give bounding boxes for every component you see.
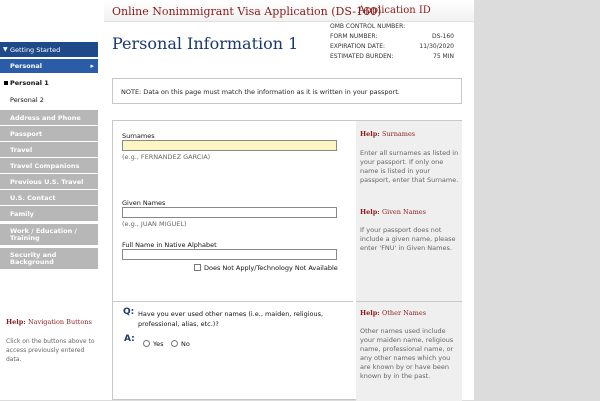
help-prefix: Help: — [360, 309, 380, 317]
help-text-other-names: Other names used include your maiden nam… — [360, 327, 454, 380]
sidebar-item-previous-us-travel[interactable]: Previous U.S. Travel — [0, 174, 98, 190]
help-prefix: Help: — [360, 130, 380, 138]
sidebar-item-label: Getting Started — [10, 45, 61, 54]
native-name-input[interactable] — [122, 249, 337, 260]
sidebar-item-label: Travel Companions — [10, 161, 80, 170]
sidebar-item-label: Background — [10, 257, 54, 266]
form-panel: Surnames (e.g., FERNANDEZ GARCIA) Given … — [112, 120, 462, 401]
omb-row: OMB CONTROL NUMBER: — [330, 22, 454, 32]
sidebar-item-address-phone[interactable]: Address and Phone — [0, 110, 98, 126]
app-title: Online Nonimmigrant Visa Application (DS… — [112, 5, 382, 18]
sidebar-item-label: Previous U.S. Travel — [10, 177, 84, 186]
omb-row: ESTIMATED BURDEN: 75 MIN — [330, 52, 454, 62]
current-page-marker — [4, 81, 8, 85]
surnames-hint: (e.g., FERNANDEZ GARCIA) — [122, 153, 211, 161]
native-name-not-applicable-label: Does Not Apply/Technology Not Available — [204, 264, 338, 272]
help-text-surnames: Enter all surnames as listed in your pas… — [360, 149, 459, 184]
sidebar-item-family[interactable]: Family — [0, 206, 98, 222]
chevron-down-icon: ▼ — [3, 46, 8, 53]
no-label: No — [181, 340, 190, 348]
help-heading-given-names: Help: Given Names — [360, 208, 426, 216]
sidebar-item-label: Family — [10, 209, 34, 218]
page-background-margin — [474, 0, 600, 400]
omb-value: 75 MIN — [433, 53, 454, 60]
help-topic: Navigation Buttons — [27, 318, 92, 326]
omb-info: OMB CONTROL NUMBER: FORM NUMBER: DS-160 E… — [330, 22, 454, 62]
nav-help-heading: Help: Navigation Buttons — [6, 318, 92, 326]
answer-marker: A: — [124, 334, 135, 344]
other-names-yes-radio[interactable] — [143, 340, 150, 347]
help-heading-surnames: Help: Surnames — [360, 130, 415, 138]
sidebar-item-work-education[interactable]: Work / Education / Training — [0, 224, 98, 246]
sidebar-item-personal-1[interactable]: Personal 1 — [0, 75, 98, 91]
omb-label: OMB CONTROL NUMBER: — [330, 23, 406, 30]
form-fields: Surnames (e.g., FERNANDEZ GARCIA) Given … — [113, 121, 353, 401]
application-page: ▼ Getting Started Personal ▸ Personal 1 … — [0, 0, 474, 401]
omb-row: FORM NUMBER: DS-160 — [330, 32, 454, 42]
sidebar-item-travel[interactable]: Travel — [0, 142, 98, 158]
sidebar-item-us-contact[interactable]: U.S. Contact — [0, 190, 98, 206]
omb-label: EXPIRATION DATE: — [330, 43, 386, 50]
sidebar-item-label: U.S. Contact — [10, 193, 56, 202]
nav-help-text: Click on the buttons above to access pre… — [6, 338, 95, 363]
sidebar-item-label: Passport — [10, 129, 43, 138]
help-heading-other-names: Help: Other Names — [360, 309, 426, 317]
other-names-question: Have you ever used other names (i.e., ma… — [138, 310, 324, 328]
yes-label: Yes — [153, 340, 164, 348]
sidebar: ▼ Getting Started Personal ▸ Personal 1 … — [0, 0, 100, 400]
sidebar-item-security-background[interactable]: Security and Background — [0, 248, 98, 270]
omb-label: ESTIMATED BURDEN: — [330, 53, 394, 60]
question-marker: Q: — [123, 307, 135, 317]
sidebar-item-getting-started[interactable]: ▼ Getting Started — [0, 42, 98, 57]
help-text-given-names: If your passport does not include a give… — [360, 226, 456, 252]
sidebar-item-label: Address and Phone — [10, 113, 81, 122]
sidebar-item-label: Training — [10, 233, 40, 242]
help-topic: Other Names — [381, 309, 427, 317]
application-id-label: Application ID — [358, 5, 431, 16]
sidebar-item-passport[interactable]: Passport — [0, 126, 98, 142]
sidebar-item-label: Personal — [10, 62, 42, 70]
help-divider — [356, 301, 462, 302]
omb-value: 11/30/2020 — [419, 43, 454, 50]
omb-label: FORM NUMBER: — [330, 33, 378, 40]
native-name-not-applicable-checkbox[interactable] — [194, 264, 201, 271]
given-names-label: Given Names — [122, 199, 166, 207]
surnames-label: Surnames — [122, 132, 155, 140]
help-topic: Surnames — [381, 130, 416, 138]
native-name-label: Full Name in Native Alphabet — [122, 241, 217, 249]
sidebar-item-label: Travel — [10, 145, 33, 154]
sidebar-item-personal-2[interactable]: Personal 2 — [0, 92, 98, 108]
given-names-input[interactable] — [122, 207, 337, 218]
sidebar-item-personal[interactable]: Personal ▸ — [0, 59, 98, 73]
passport-note: NOTE: Data on this page must match the i… — [112, 78, 462, 104]
browser-viewport: ▼ Getting Started Personal ▸ Personal 1 … — [0, 0, 600, 401]
help-column: Help: Surnames Enter all surnames as lis… — [356, 121, 462, 401]
section-divider — [113, 301, 353, 302]
other-names-no-radio[interactable] — [171, 340, 178, 347]
help-prefix: Help: — [6, 318, 26, 326]
sidebar-item-travel-companions[interactable]: Travel Companions — [0, 158, 98, 174]
sidebar-item-label: Personal 1 — [10, 79, 49, 87]
surnames-input[interactable] — [122, 140, 337, 151]
sidebar-item-label: Personal 2 — [10, 96, 44, 104]
omb-row: EXPIRATION DATE: 11/30/2020 — [330, 42, 454, 52]
page-title: Personal Information 1 — [112, 34, 299, 53]
help-prefix: Help: — [360, 208, 380, 216]
help-topic: Given Names — [381, 208, 426, 216]
given-names-hint: (e.g., JUAN MIGUEL) — [122, 220, 187, 228]
omb-value: DS-160 — [431, 33, 454, 40]
chevron-right-icon: ▸ — [90, 62, 94, 70]
